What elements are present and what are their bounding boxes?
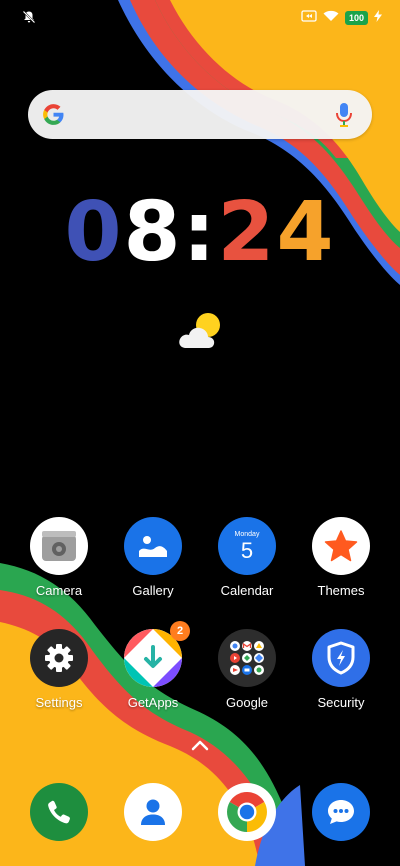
app-label: Themes — [317, 583, 365, 598]
notification-badge: 2 — [170, 621, 190, 641]
google-folder-icon — [218, 629, 276, 687]
clock-digit: 2 — [217, 185, 277, 280]
charging-bolt-icon — [374, 9, 382, 27]
gear-icon — [30, 629, 88, 687]
dock-messages[interactable] — [296, 783, 386, 841]
calendar-day-number: 5 — [240, 537, 254, 563]
battery-icon: 100 — [344, 11, 368, 25]
app-calendar[interactable]: Monday 5 Calendar — [202, 517, 292, 598]
app-label: GetApps — [127, 695, 179, 710]
contacts-icon — [124, 783, 182, 841]
clock-digit: 4 — [276, 185, 336, 280]
status-bar: 100 — [0, 0, 400, 36]
dock-phone[interactable] — [14, 783, 104, 841]
app-label: Security — [317, 695, 365, 710]
gallery-icon — [124, 517, 182, 575]
app-label: Calendar — [220, 583, 274, 598]
chevron-up-icon[interactable] — [190, 738, 210, 757]
calendar-icon: Monday 5 — [218, 517, 276, 575]
dock-contacts[interactable] — [108, 783, 198, 841]
phone-icon — [30, 783, 88, 841]
clock-digit: 0 — [64, 185, 124, 280]
dock-chrome[interactable] — [202, 783, 292, 841]
wifi-icon — [323, 9, 339, 27]
chrome-icon — [218, 783, 276, 841]
google-g-icon — [41, 102, 66, 132]
app-settings[interactable]: Settings — [14, 629, 104, 710]
clock-digit: 8 — [123, 185, 183, 280]
app-getapps[interactable]: 2 GetApps — [108, 621, 198, 710]
microphone-icon[interactable] — [334, 102, 354, 133]
app-label: Camera — [35, 583, 83, 598]
app-folder-google[interactable]: Google — [202, 629, 292, 710]
home-screen: 100 08:24 Camera Gallery Monday 5 Calend… — [0, 0, 400, 866]
partly-cloudy-icon[interactable] — [176, 310, 224, 357]
messages-icon — [312, 783, 370, 841]
getapps-icon: 2 — [124, 621, 190, 687]
app-security[interactable]: Security — [296, 629, 386, 710]
app-label: Google — [226, 695, 268, 710]
app-label: Settings — [35, 695, 83, 710]
clock-separator: : — [182, 185, 218, 280]
star-icon — [312, 517, 370, 575]
cast-icon — [301, 9, 317, 27]
google-search-bar[interactable] — [28, 90, 372, 139]
clock-widget[interactable]: 08:24 — [0, 188, 400, 278]
camera-icon — [30, 517, 88, 575]
app-gallery[interactable]: Gallery — [108, 517, 198, 598]
app-camera[interactable]: Camera — [14, 517, 104, 598]
app-label: Gallery — [132, 583, 174, 598]
app-themes[interactable]: Themes — [296, 517, 386, 598]
shield-bolt-icon — [312, 629, 370, 687]
notifications-muted-icon — [22, 10, 36, 29]
